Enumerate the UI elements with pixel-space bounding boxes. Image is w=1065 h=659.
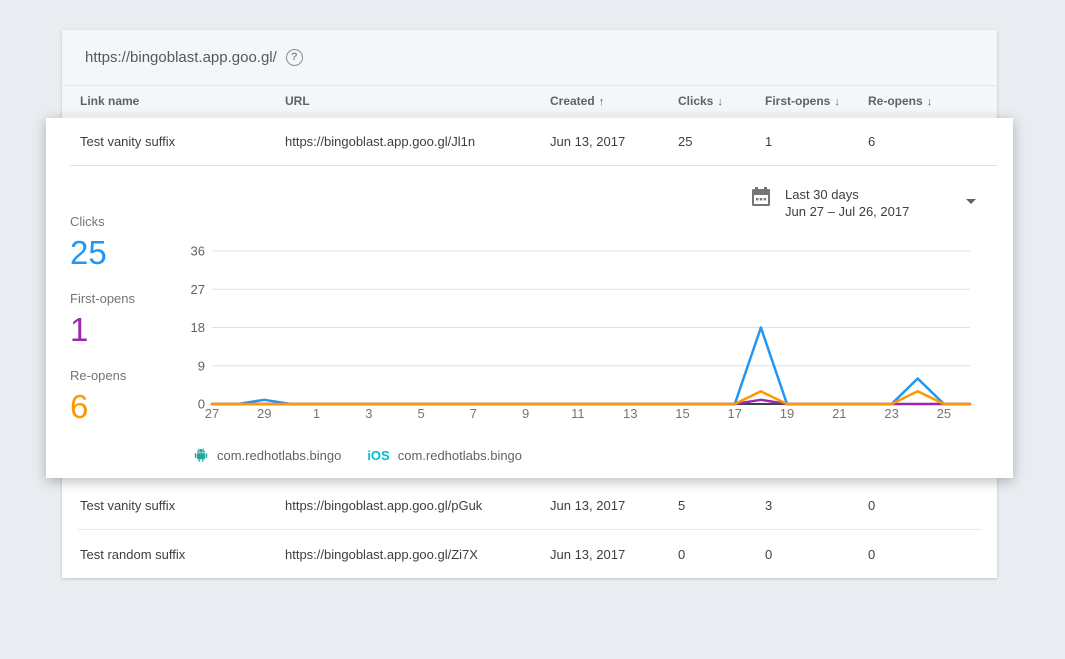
svg-text:21: 21 <box>832 406 846 421</box>
ios-icon: iOS <box>367 448 389 463</box>
created-cell: Jun 13, 2017 <box>550 134 678 149</box>
sort-desc-icon: ↓ <box>717 96 723 108</box>
re-opens-cell: 0 <box>868 498 997 513</box>
svg-text:17: 17 <box>728 406 742 421</box>
date-range-picker[interactable]: Last 30 days Jun 27 – Jul 26, 2017 <box>751 186 909 220</box>
first-opens-cell: 3 <box>765 498 868 513</box>
url-cell: https://bingoblast.app.goo.gl/Jl1n <box>285 134 550 149</box>
link-name-cell: Test vanity suffix <box>80 498 285 513</box>
svg-text:25: 25 <box>937 406 951 421</box>
chart-legend: com.redhotlabs.bingo iOS com.redhotlabs.… <box>193 447 548 463</box>
svg-text:3: 3 <box>365 406 372 421</box>
expanded-link-analytics-panel: Test vanity suffix https://bingoblast.ap… <box>46 118 1013 478</box>
svg-text:27: 27 <box>205 406 219 421</box>
svg-text:36: 36 <box>191 244 205 259</box>
clicks-stat-value: 25 <box>70 235 190 271</box>
svg-text:9: 9 <box>198 358 205 373</box>
created-cell: Jun 13, 2017 <box>550 547 678 562</box>
first-opens-stat-label: First-opens <box>70 291 190 306</box>
table-header-row: Link name URL Created↑ Clicks↓ First-ope… <box>62 86 997 116</box>
column-header-first-opens[interactable]: First-opens↓ <box>765 94 868 108</box>
first-opens-cell: 1 <box>765 134 868 149</box>
svg-text:11: 11 <box>571 406 585 421</box>
svg-text:13: 13 <box>623 406 637 421</box>
svg-text:5: 5 <box>417 406 424 421</box>
legend-item-android-app: com.redhotlabs.bingo <box>193 447 341 463</box>
svg-text:29: 29 <box>257 406 271 421</box>
re-opens-cell: 6 <box>868 134 1013 149</box>
first-opens-cell: 0 <box>765 547 868 562</box>
expanded-table-row[interactable]: Test vanity suffix https://bingoblast.ap… <box>62 118 1013 165</box>
table-rows: Test vanity suffix https://bingoblast.ap… <box>62 481 997 578</box>
re-opens-stat-value: 6 <box>70 389 190 425</box>
link-name-cell: Test random suffix <box>80 547 285 562</box>
clicks-stat-label: Clicks <box>70 214 190 229</box>
help-icon[interactable]: ? <box>286 49 303 66</box>
svg-text:15: 15 <box>675 406 689 421</box>
svg-text:18: 18 <box>191 320 205 335</box>
stats-summary: Clicks 25 First-opens 1 Re-opens 6 <box>70 214 190 445</box>
clicks-cell: 25 <box>678 134 765 149</box>
re-opens-cell: 0 <box>868 547 997 562</box>
column-header-link-name[interactable]: Link name <box>80 94 285 108</box>
analytics-line-chart: 091827362729135791113151719212325 <box>186 240 996 425</box>
sort-desc-icon: ↓ <box>927 96 933 108</box>
chevron-down-icon[interactable] <box>966 199 976 204</box>
legend-item-ios-app: iOS com.redhotlabs.bingo <box>367 448 522 463</box>
link-name-cell: Test vanity suffix <box>80 134 285 149</box>
date-range-dates: Jun 27 – Jul 26, 2017 <box>785 203 909 220</box>
sort-desc-icon: ↓ <box>834 96 840 108</box>
divider <box>70 165 997 166</box>
sort-asc-icon: ↑ <box>599 96 605 108</box>
android-icon <box>193 447 209 463</box>
svg-text:23: 23 <box>884 406 898 421</box>
svg-text:1: 1 <box>313 406 320 421</box>
legend-label: com.redhotlabs.bingo <box>398 448 522 463</box>
svg-text:27: 27 <box>191 282 205 297</box>
url-cell: https://bingoblast.app.goo.gl/Zi7X <box>285 547 550 562</box>
first-opens-stat-value: 1 <box>70 312 190 348</box>
svg-text:19: 19 <box>780 406 794 421</box>
re-opens-stat-label: Re-opens <box>70 368 190 383</box>
dynamic-link-domain: https://bingoblast.app.goo.gl/ <box>85 49 277 66</box>
svg-text:9: 9 <box>522 406 529 421</box>
clicks-cell: 0 <box>678 547 765 562</box>
legend-label: com.redhotlabs.bingo <box>217 448 341 463</box>
clicks-cell: 5 <box>678 498 765 513</box>
table-row[interactable]: Test vanity suffix https://bingoblast.ap… <box>62 481 997 529</box>
svg-text:7: 7 <box>470 406 477 421</box>
calendar-icon <box>751 186 771 208</box>
table-row[interactable]: Test random suffix https://bingoblast.ap… <box>62 530 997 578</box>
card-header: https://bingoblast.app.goo.gl/ ? <box>62 30 997 86</box>
created-cell: Jun 13, 2017 <box>550 498 678 513</box>
column-header-clicks[interactable]: Clicks↓ <box>678 94 765 108</box>
column-header-url[interactable]: URL <box>285 94 550 108</box>
column-header-re-opens[interactable]: Re-opens↓ <box>868 94 997 108</box>
url-cell: https://bingoblast.app.goo.gl/pGuk <box>285 498 550 513</box>
column-header-created[interactable]: Created↑ <box>550 94 678 108</box>
date-range-preset: Last 30 days <box>785 186 909 203</box>
